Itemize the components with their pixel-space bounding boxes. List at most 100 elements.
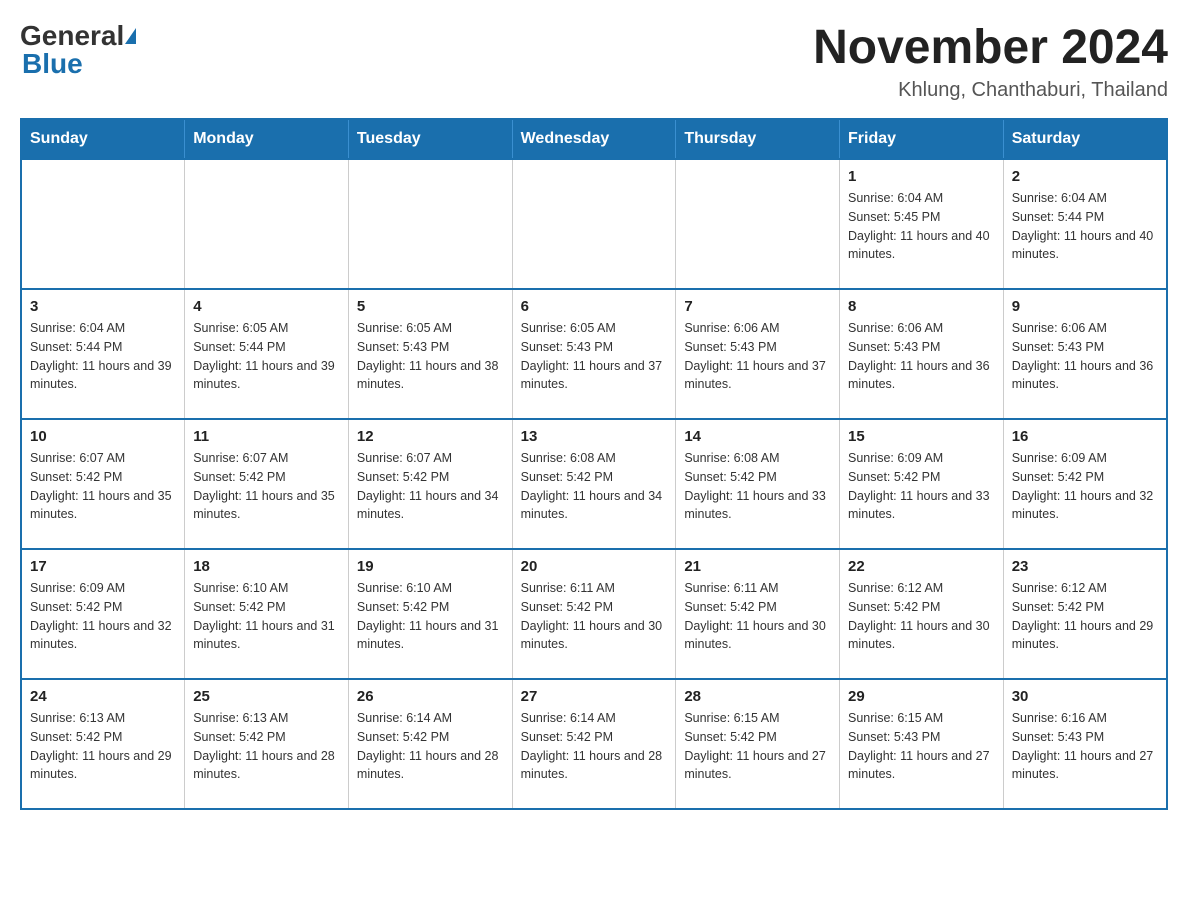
day-number: 20 <box>521 558 668 575</box>
calendar-cell: 24 Sunrise: 6:13 AMSunset: 5:42 PMDayligh… <box>21 679 185 809</box>
day-number: 22 <box>848 558 995 575</box>
day-number: 6 <box>521 298 668 315</box>
calendar-cell: 28 Sunrise: 6:15 AMSunset: 5:42 PMDayligh… <box>676 679 840 809</box>
day-info: Sunrise: 6:13 AMSunset: 5:42 PMDaylight:… <box>30 709 176 784</box>
weekday-header: Saturday <box>1003 119 1167 159</box>
calendar-cell: 26 Sunrise: 6:14 AMSunset: 5:42 PMDayligh… <box>348 679 512 809</box>
calendar-cell: 23 Sunrise: 6:12 AMSunset: 5:42 PMDayligh… <box>1003 549 1167 679</box>
day-number: 29 <box>848 688 995 705</box>
calendar-title: November 2024 <box>813 20 1168 75</box>
day-number: 7 <box>684 298 831 315</box>
calendar-cell: 29Sunrise: 6:15 AMSunset: 5:43 PMDayligh… <box>840 679 1004 809</box>
day-info: Sunrise: 6:14 AMSunset: 5:42 PMDaylight:… <box>521 709 668 784</box>
day-info: Sunrise: 6:04 AMSunset: 5:44 PMDaylight:… <box>1012 189 1158 264</box>
logo-arrow-icon <box>125 28 136 44</box>
day-info: Sunrise: 6:04 AMSunset: 5:44 PMDaylight:… <box>30 319 176 394</box>
calendar-week-row: 10 Sunrise: 6:07 AMSunset: 5:42 PMDayligh… <box>21 419 1167 549</box>
day-number: 18 <box>193 558 340 575</box>
calendar-cell: 15 Sunrise: 6:09 AMSunset: 5:42 PMDayligh… <box>840 419 1004 549</box>
calendar-cell <box>185 159 349 289</box>
day-number: 25 <box>193 688 340 705</box>
day-info: Sunrise: 6:12 AMSunset: 5:42 PMDaylight:… <box>1012 579 1158 654</box>
weekday-header: Sunday <box>21 119 185 159</box>
calendar-week-row: 3 Sunrise: 6:04 AMSunset: 5:44 PMDaylight… <box>21 289 1167 419</box>
day-number: 30 <box>1012 688 1158 705</box>
calendar-cell <box>21 159 185 289</box>
day-number: 13 <box>521 428 668 445</box>
title-section: November 2024 Khlung, Chanthaburi, Thail… <box>813 20 1168 102</box>
calendar-cell: 3 Sunrise: 6:04 AMSunset: 5:44 PMDaylight… <box>21 289 185 419</box>
day-info: Sunrise: 6:10 AMSunset: 5:42 PMDaylight:… <box>193 579 340 654</box>
day-info: Sunrise: 6:09 AMSunset: 5:42 PMDaylight:… <box>848 449 995 524</box>
day-info: Sunrise: 6:07 AMSunset: 5:42 PMDaylight:… <box>193 449 340 524</box>
calendar-week-row: 24 Sunrise: 6:13 AMSunset: 5:42 PMDayligh… <box>21 679 1167 809</box>
day-number: 8 <box>848 298 995 315</box>
day-info: Sunrise: 6:06 AMSunset: 5:43 PMDaylight:… <box>848 319 995 394</box>
day-number: 26 <box>357 688 504 705</box>
calendar-cell: 8 Sunrise: 6:06 AMSunset: 5:43 PMDaylight… <box>840 289 1004 419</box>
day-info: Sunrise: 6:08 AMSunset: 5:42 PMDaylight:… <box>684 449 831 524</box>
calendar-cell: 13 Sunrise: 6:08 AMSunset: 5:42 PMDayligh… <box>512 419 676 549</box>
day-info: Sunrise: 6:14 AMSunset: 5:42 PMDaylight:… <box>357 709 504 784</box>
calendar-cell: 5 Sunrise: 6:05 AMSunset: 5:43 PMDaylight… <box>348 289 512 419</box>
calendar-cell: 4Sunrise: 6:05 AMSunset: 5:44 PMDaylight… <box>185 289 349 419</box>
logo-blue: Blue <box>22 48 83 80</box>
calendar-cell: 9 Sunrise: 6:06 AMSunset: 5:43 PMDaylight… <box>1003 289 1167 419</box>
calendar-cell: 14 Sunrise: 6:08 AMSunset: 5:42 PMDayligh… <box>676 419 840 549</box>
day-info: Sunrise: 6:07 AMSunset: 5:42 PMDaylight:… <box>30 449 176 524</box>
weekday-header: Tuesday <box>348 119 512 159</box>
calendar-week-row: 1 Sunrise: 6:04 AMSunset: 5:45 PMDaylight… <box>21 159 1167 289</box>
day-number: 28 <box>684 688 831 705</box>
day-number: 4 <box>193 298 340 315</box>
calendar-cell: 30 Sunrise: 6:16 AMSunset: 5:43 PMDayligh… <box>1003 679 1167 809</box>
day-info: Sunrise: 6:11 AMSunset: 5:42 PMDaylight:… <box>521 579 668 654</box>
day-info: Sunrise: 6:06 AMSunset: 5:43 PMDaylight:… <box>684 319 831 394</box>
day-number: 16 <box>1012 428 1158 445</box>
calendar-cell: 2 Sunrise: 6:04 AMSunset: 5:44 PMDaylight… <box>1003 159 1167 289</box>
day-info: Sunrise: 6:04 AMSunset: 5:45 PMDaylight:… <box>848 189 995 264</box>
calendar-cell: 27 Sunrise: 6:14 AMSunset: 5:42 PMDayligh… <box>512 679 676 809</box>
calendar-cell: 22 Sunrise: 6:12 AMSunset: 5:42 PMDayligh… <box>840 549 1004 679</box>
day-info: Sunrise: 6:15 AMSunset: 5:42 PMDaylight:… <box>684 709 831 784</box>
calendar-table: SundayMondayTuesdayWednesdayThursdayFrid… <box>20 118 1168 810</box>
day-number: 10 <box>30 428 176 445</box>
day-info: Sunrise: 6:06 AMSunset: 5:43 PMDaylight:… <box>1012 319 1158 394</box>
calendar-cell: 18 Sunrise: 6:10 AMSunset: 5:42 PMDayligh… <box>185 549 349 679</box>
calendar-cell <box>676 159 840 289</box>
day-info: Sunrise: 6:12 AMSunset: 5:42 PMDaylight:… <box>848 579 995 654</box>
calendar-cell: 25 Sunrise: 6:13 AMSunset: 5:42 PMDayligh… <box>185 679 349 809</box>
calendar-cell: 11 Sunrise: 6:07 AMSunset: 5:42 PMDayligh… <box>185 419 349 549</box>
day-info: Sunrise: 6:13 AMSunset: 5:42 PMDaylight:… <box>193 709 340 784</box>
day-info: Sunrise: 6:08 AMSunset: 5:42 PMDaylight:… <box>521 449 668 524</box>
day-number: 11 <box>193 428 340 445</box>
day-number: 23 <box>1012 558 1158 575</box>
day-number: 2 <box>1012 168 1158 185</box>
day-number: 5 <box>357 298 504 315</box>
logo: General Blue <box>20 20 136 80</box>
day-number: 24 <box>30 688 176 705</box>
day-info: Sunrise: 6:05 AMSunset: 5:43 PMDaylight:… <box>521 319 668 394</box>
weekday-header: Monday <box>185 119 349 159</box>
day-info: Sunrise: 6:05 AMSunset: 5:43 PMDaylight:… <box>357 319 504 394</box>
page-header: General Blue November 2024 Khlung, Chant… <box>20 20 1168 102</box>
calendar-header-row: SundayMondayTuesdayWednesdayThursdayFrid… <box>21 119 1167 159</box>
weekday-header: Friday <box>840 119 1004 159</box>
day-number: 19 <box>357 558 504 575</box>
calendar-cell: 10 Sunrise: 6:07 AMSunset: 5:42 PMDayligh… <box>21 419 185 549</box>
day-info: Sunrise: 6:09 AMSunset: 5:42 PMDaylight:… <box>1012 449 1158 524</box>
day-number: 3 <box>30 298 176 315</box>
day-number: 21 <box>684 558 831 575</box>
day-number: 15 <box>848 428 995 445</box>
day-number: 9 <box>1012 298 1158 315</box>
calendar-cell: 21 Sunrise: 6:11 AMSunset: 5:42 PMDayligh… <box>676 549 840 679</box>
calendar-cell: 17Sunrise: 6:09 AMSunset: 5:42 PMDayligh… <box>21 549 185 679</box>
calendar-cell: 20 Sunrise: 6:11 AMSunset: 5:42 PMDayligh… <box>512 549 676 679</box>
day-number: 27 <box>521 688 668 705</box>
day-info: Sunrise: 6:16 AMSunset: 5:43 PMDaylight:… <box>1012 709 1158 784</box>
calendar-cell: 16 Sunrise: 6:09 AMSunset: 5:42 PMDayligh… <box>1003 419 1167 549</box>
day-number: 14 <box>684 428 831 445</box>
day-info: Sunrise: 6:11 AMSunset: 5:42 PMDaylight:… <box>684 579 831 654</box>
calendar-cell: 19Sunrise: 6:10 AMSunset: 5:42 PMDayligh… <box>348 549 512 679</box>
calendar-week-row: 17Sunrise: 6:09 AMSunset: 5:42 PMDayligh… <box>21 549 1167 679</box>
day-number: 1 <box>848 168 995 185</box>
